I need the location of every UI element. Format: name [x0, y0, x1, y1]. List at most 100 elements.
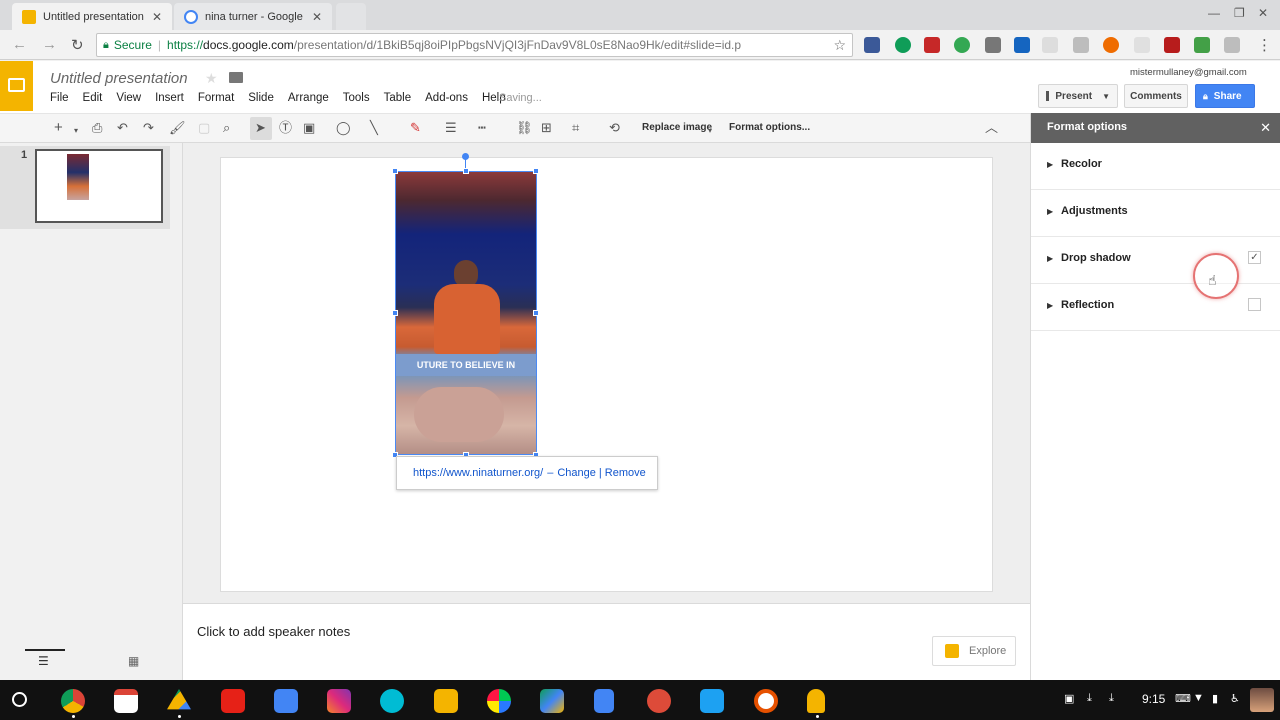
extension-grammarly-icon[interactable] — [954, 37, 970, 53]
extension-pocket-icon[interactable] — [864, 37, 880, 53]
link-url[interactable]: https://www.ninaturner.org/ — [413, 467, 543, 479]
replace-image-button[interactable]: Replace image — [642, 122, 712, 133]
reflection-checkbox[interactable] — [1248, 298, 1261, 311]
new-slide-icon[interactable]: + — [54, 120, 63, 136]
clock[interactable]: 9:15 — [1142, 692, 1165, 706]
menu-arrange[interactable]: Arrange — [288, 92, 329, 104]
close-window-icon[interactable]: ✕ — [1258, 6, 1268, 20]
fit-icon[interactable]: ▢ — [198, 120, 210, 136]
back-icon[interactable]: ← — [12, 36, 27, 53]
download-icon[interactable]: ⤓ — [1109, 692, 1114, 705]
resize-handle[interactable] — [463, 168, 469, 174]
close-tab-icon[interactable]: ✕ — [152, 10, 162, 24]
link-remove[interactable]: Remove — [605, 467, 646, 479]
close-icon[interactable]: ✕ — [1260, 120, 1271, 136]
present-button[interactable]: Present ▼ — [1038, 84, 1118, 108]
link-change[interactable]: Change — [557, 467, 596, 479]
gmail-app-icon[interactable] — [114, 689, 138, 713]
section-reflection[interactable]: ▶ Reflection — [1031, 284, 1280, 331]
extension-ublock-icon[interactable] — [1164, 37, 1180, 53]
browser-tab-slides[interactable]: Untitled presentation - G ✕ — [12, 3, 172, 30]
google-plus-app-icon[interactable] — [647, 689, 671, 713]
reset-image-icon[interactable]: ⟲ — [609, 120, 620, 136]
docs-app-icon[interactable] — [594, 689, 614, 713]
select-cursor-icon[interactable]: ➤ — [255, 120, 266, 136]
link-icon[interactable]: ⛓︎ — [516, 120, 533, 136]
slides-app-icon[interactable] — [807, 689, 825, 713]
section-drop-shadow[interactable]: ▶ Drop shadow ✓ — [1031, 237, 1280, 284]
address-bar[interactable]: 🔒︎ Secure | https://docs.google.com/pres… — [96, 33, 853, 57]
print-icon[interactable]: ⎙ — [92, 120, 102, 136]
format-options-button[interactable]: Format options... — [729, 122, 810, 133]
chevron-down-icon[interactable]: ▾ — [74, 123, 78, 139]
menu-insert[interactable]: Insert — [155, 92, 184, 104]
account-email[interactable]: mistermullaney@gmail.com — [1130, 67, 1247, 78]
filmstrip-view-icon[interactable]: ☰ — [38, 654, 49, 668]
resize-handle[interactable] — [392, 168, 398, 174]
border-color-icon[interactable]: ✎ — [410, 120, 421, 136]
share-button[interactable]: 🔒︎ Share — [1195, 84, 1255, 108]
close-tab-icon[interactable]: ✕ — [312, 10, 322, 24]
chevron-down-icon[interactable]: ▾ — [708, 123, 712, 139]
extension-eyedropper-icon[interactable] — [985, 37, 1001, 53]
extension-s-icon[interactable] — [1073, 37, 1089, 53]
screencast-app-icon[interactable] — [754, 689, 778, 713]
folder-icon[interactable] — [229, 72, 243, 83]
wifi-icon[interactable]: ▼ — [1193, 692, 1204, 704]
menu-view[interactable]: View — [116, 92, 141, 104]
extension-pen-icon[interactable] — [1134, 37, 1150, 53]
menu-addons[interactable]: Add-ons — [425, 92, 468, 104]
speaker-notes-input[interactable]: Click to add speaker notes — [197, 624, 350, 639]
battery-icon[interactable]: ▮ — [1212, 692, 1218, 705]
redo-icon[interactable]: ↷ — [143, 120, 154, 136]
extension-hangouts-icon[interactable] — [895, 37, 911, 53]
bookmark-star-icon[interactable]: ☆ — [833, 37, 846, 54]
slides-logo-icon[interactable] — [0, 61, 33, 111]
reload-icon[interactable]: ↻ — [71, 36, 84, 54]
youtube-app-icon[interactable] — [221, 689, 245, 713]
selected-image[interactable]: UTURE TO BELIEVE IN — [395, 171, 537, 455]
shape-icon[interactable]: ◯ — [336, 120, 351, 136]
rotate-handle[interactable] — [462, 153, 469, 160]
explore-button[interactable]: Explore — [932, 636, 1016, 666]
keep-app-icon[interactable] — [434, 689, 458, 713]
drive-app-icon[interactable] — [167, 689, 191, 710]
menu-file[interactable]: File — [50, 92, 69, 104]
resize-handle[interactable] — [533, 310, 539, 316]
text-box-icon[interactable]: Ⓣ — [279, 120, 292, 136]
document-title[interactable]: Untitled presentation — [50, 70, 188, 87]
paint-format-icon[interactable]: 🖌︎ — [169, 120, 186, 136]
menu-format[interactable]: Format — [198, 92, 234, 104]
extension-screencastify-icon[interactable] — [1194, 37, 1210, 53]
slide[interactable]: UTURE TO BELIEVE IN https://www.ninaturn… — [220, 153, 993, 592]
extension-dash-icon[interactable] — [1042, 37, 1058, 53]
menu-tools[interactable]: Tools — [343, 92, 370, 104]
maps-app-icon[interactable] — [540, 689, 564, 713]
extension-g-icon[interactable] — [1224, 37, 1240, 53]
undo-icon[interactable]: ↶ — [117, 120, 128, 136]
chrome-menu-icon[interactable]: ⋮ — [1257, 36, 1272, 54]
zoom-icon[interactable]: ⌕ — [223, 120, 230, 136]
menu-table[interactable]: Table — [384, 92, 412, 104]
accessibility-icon[interactable]: ♿︎ — [1230, 692, 1240, 705]
resize-handle[interactable] — [533, 168, 539, 174]
instagram-app-icon[interactable] — [327, 689, 351, 713]
launcher-icon[interactable] — [12, 692, 27, 707]
comments-button[interactable]: Comments — [1124, 84, 1188, 108]
resize-handle[interactable] — [392, 310, 398, 316]
extension-v-icon[interactable] — [1014, 37, 1030, 53]
chevron-down-icon[interactable]: ▼ — [1102, 92, 1110, 101]
twitter-app-icon[interactable] — [700, 689, 724, 713]
collapse-toolbar-icon[interactable]: ︿ — [985, 120, 998, 136]
forward-icon[interactable]: → — [42, 36, 57, 53]
grid-view-icon[interactable]: ▦ — [128, 654, 139, 668]
star-icon[interactable]: ★ — [205, 70, 218, 87]
border-dash-icon[interactable]: ┅ — [478, 120, 486, 136]
minimize-icon[interactable]: — — [1208, 6, 1220, 20]
canva-app-icon[interactable] — [380, 689, 404, 713]
browser-tab-search[interactable]: nina turner - Google Sea ✕ — [174, 3, 332, 30]
calendar-app-icon[interactable] — [274, 689, 298, 713]
border-weight-icon[interactable]: ☰ — [445, 120, 457, 136]
extension-film-icon[interactable] — [924, 37, 940, 53]
play-store-app-icon[interactable] — [487, 689, 511, 713]
